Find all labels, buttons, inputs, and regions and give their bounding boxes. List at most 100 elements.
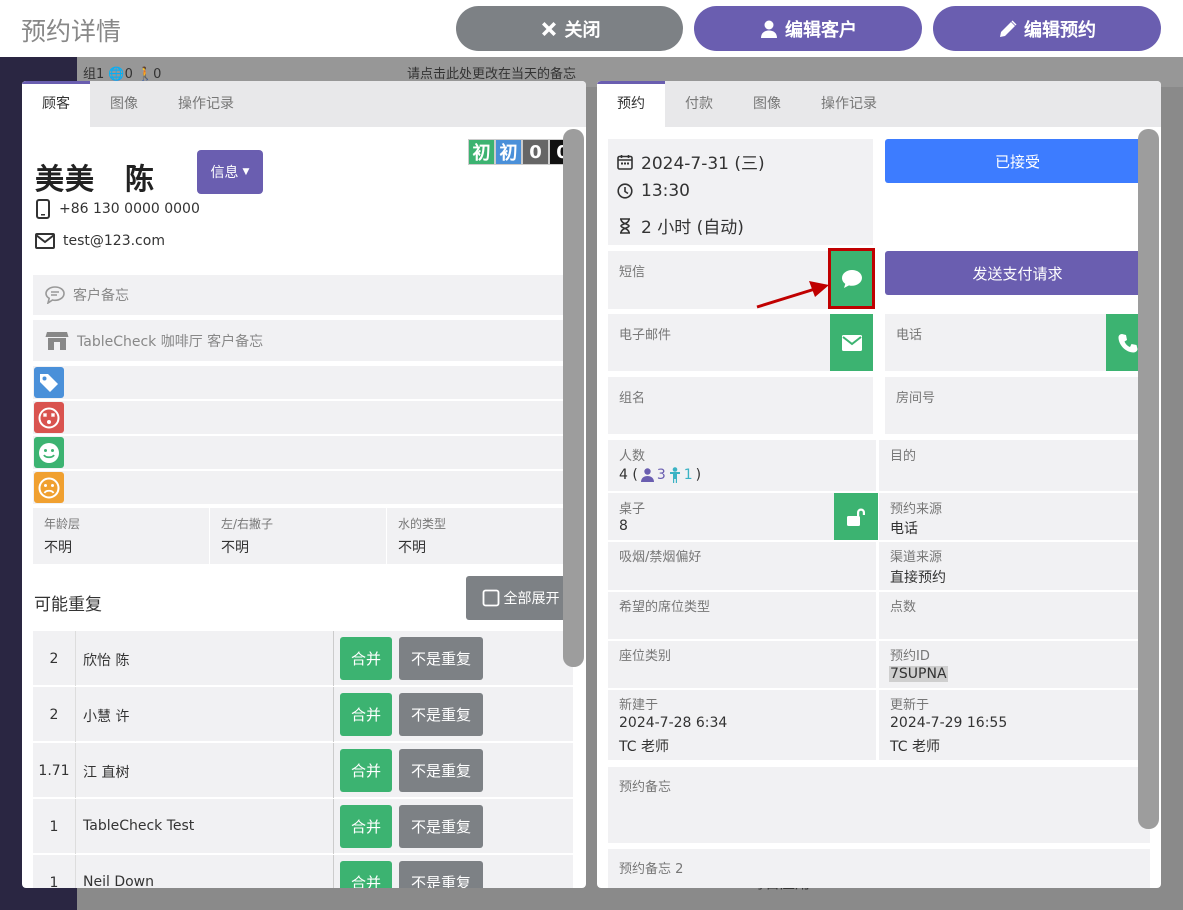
tab-images[interactable]: 图像 [90, 81, 158, 127]
not-duplicate-button[interactable]: 不是重复 [399, 637, 483, 680]
tab-customer[interactable]: 顾客 [22, 81, 90, 127]
count-badge: 0 [522, 139, 549, 165]
table-lock-button[interactable] [834, 493, 878, 540]
reservation-duration: 2 小时 (自动) [641, 218, 744, 238]
phone-label: 电话 [896, 328, 923, 343]
date-line: 2024-7-31 (三) [617, 149, 765, 174]
tab-payment[interactable]: 付款 [665, 81, 733, 127]
seat-category-label: 座位类别 [619, 649, 672, 664]
duplicate-name[interactable]: 江 直树 [83, 762, 129, 782]
table-value: 8 [619, 518, 628, 534]
child-icon [669, 467, 680, 483]
age-group-value: 不明 [44, 540, 72, 556]
customer-memo-placeholder: 客户备忘 [73, 288, 129, 304]
merge-button[interactable]: 合并 [340, 805, 392, 848]
email-text: test@123.com [63, 233, 165, 249]
smile-face-icon [34, 437, 64, 468]
edit-reservation-button[interactable]: 编辑预约 [933, 6, 1161, 51]
created-by: TC 老师 [619, 739, 669, 755]
email-label: 电子邮件 [619, 328, 672, 343]
background-strip-note: 请点击此处更改在当天的备忘 [407, 67, 577, 82]
not-duplicate-button[interactable]: 不是重复 [399, 693, 483, 736]
merge-button[interactable]: 合并 [340, 693, 392, 736]
concern-row[interactable] [33, 471, 573, 504]
tab-activity-log[interactable]: 操作记录 [801, 81, 897, 127]
group-name-field[interactable]: 组名 [608, 377, 873, 434]
close-button[interactable]: 关闭 [456, 6, 683, 51]
unlock-icon [847, 508, 865, 526]
duplicate-name[interactable]: TableCheck Test [83, 818, 194, 834]
merge-button[interactable]: 合并 [340, 861, 392, 888]
envelope-icon [841, 334, 862, 351]
datetime-box[interactable]: 2024-7-31 (三) 13:30 2 小时 (自动) [608, 139, 873, 245]
not-duplicate-button[interactable]: 不是重复 [399, 805, 483, 848]
send-email-button[interactable] [830, 314, 873, 371]
visit-badge-2: 初 [495, 139, 522, 165]
reservation-memo-label: 预约备忘 [619, 780, 672, 795]
info-dropdown-button[interactable]: 信息 ▼ [197, 150, 263, 194]
shop-memo-field[interactable]: TableCheck 咖啡厅 客户备忘 [33, 320, 573, 361]
not-duplicate-button[interactable]: 不是重复 [399, 749, 483, 792]
handedness-value: 不明 [221, 540, 249, 556]
store-icon [45, 331, 69, 350]
customer-email[interactable]: test@123.com [35, 233, 165, 249]
created-label: 新建于 [619, 698, 659, 713]
pax-value: 4 ( 3 1 ) [619, 467, 701, 483]
reservation-memo2-field[interactable]: 预约备忘 2 [608, 849, 1150, 888]
expand-all-button[interactable]: 全部展开 [466, 576, 575, 620]
purpose-field[interactable]: 目的 [879, 440, 1150, 491]
reservation-scrollbar[interactable] [1138, 129, 1159, 829]
merge-button[interactable]: 合并 [340, 749, 392, 792]
customer-memo-field[interactable]: 客户备忘 [33, 275, 573, 315]
comment-icon [45, 286, 65, 304]
sms-send-button[interactable] [828, 248, 875, 309]
duplicate-name[interactable]: Neil Down [83, 874, 154, 888]
reservation-memo-field[interactable]: 预约备忘 [608, 767, 1150, 843]
channel-value: 直接预约 [890, 570, 946, 586]
frown-face-icon [34, 472, 64, 503]
pax-total: 4 ( [619, 467, 638, 483]
duplicate-score: 2 [33, 687, 76, 742]
close-icon [541, 21, 556, 36]
duplicate-row: 1 Neil Down 合并 不是重复 [33, 855, 573, 888]
status-accepted-button[interactable]: 已接受 [885, 139, 1150, 183]
reservation-date: 2024-7-31 (三) [641, 154, 765, 174]
updated-at-field: 更新于 2024-7-29 16:55 TC 老师 [879, 690, 1150, 760]
seat-type-field[interactable]: 希望的席位类型 [608, 592, 876, 639]
tab-activity-log[interactable]: 操作记录 [158, 81, 254, 127]
send-payment-request-button[interactable]: 发送支付请求 [885, 251, 1150, 295]
reservation-memo2-label: 预约备忘 2 [619, 862, 684, 877]
tab-reservation[interactable]: 预约 [597, 81, 665, 127]
not-duplicate-button[interactable]: 不是重复 [399, 861, 483, 888]
duplicate-name[interactable]: 小慧 许 [83, 706, 129, 726]
tab-images[interactable]: 图像 [733, 81, 801, 127]
duplicate-row: 1 TableCheck Test 合并 不是重复 [33, 799, 573, 854]
duplicate-score: 1 [33, 855, 76, 888]
customer-scrollbar[interactable] [563, 129, 584, 667]
source-field[interactable]: 预约来源 电话 [879, 493, 1150, 540]
like-row[interactable] [33, 436, 573, 469]
smoking-pref-field[interactable]: 吸烟/禁烟偏好 [608, 542, 876, 590]
channel-field[interactable]: 渠道来源 直接预约 [879, 542, 1150, 590]
room-number-label: 房间号 [896, 391, 936, 406]
duplicate-row: 2 欣怡 陈 合并 不是重复 [33, 631, 573, 686]
pax-close: ) [695, 467, 702, 483]
source-label: 预约来源 [890, 502, 943, 517]
merge-button[interactable]: 合并 [340, 637, 392, 680]
phone-icon [1118, 333, 1138, 352]
dislike-row[interactable] [33, 401, 573, 434]
edit-customer-button[interactable]: 编辑客户 [694, 6, 922, 51]
seat-category-field[interactable]: 座位类别 [608, 641, 876, 688]
tags-row[interactable] [33, 366, 573, 399]
room-number-field[interactable]: 房间号 [885, 377, 1150, 434]
reservation-id-value: 7SUPNA [889, 666, 948, 682]
time-line: 13:30 [617, 181, 690, 201]
points-field[interactable]: 点数 [879, 592, 1150, 639]
info-button-label: 信息 [210, 165, 239, 181]
duplicate-name[interactable]: 欣怡 陈 [83, 650, 129, 670]
pax-field[interactable]: 人数 4 ( 3 1 ) [608, 440, 876, 491]
close-button-label: 关闭 [564, 19, 601, 41]
edit-reservation-label: 编辑预约 [1024, 19, 1096, 41]
customer-phone[interactable]: +86 130 0000 0000 [35, 199, 200, 219]
handedness-field: 左/右撇子 不明 [210, 508, 386, 564]
